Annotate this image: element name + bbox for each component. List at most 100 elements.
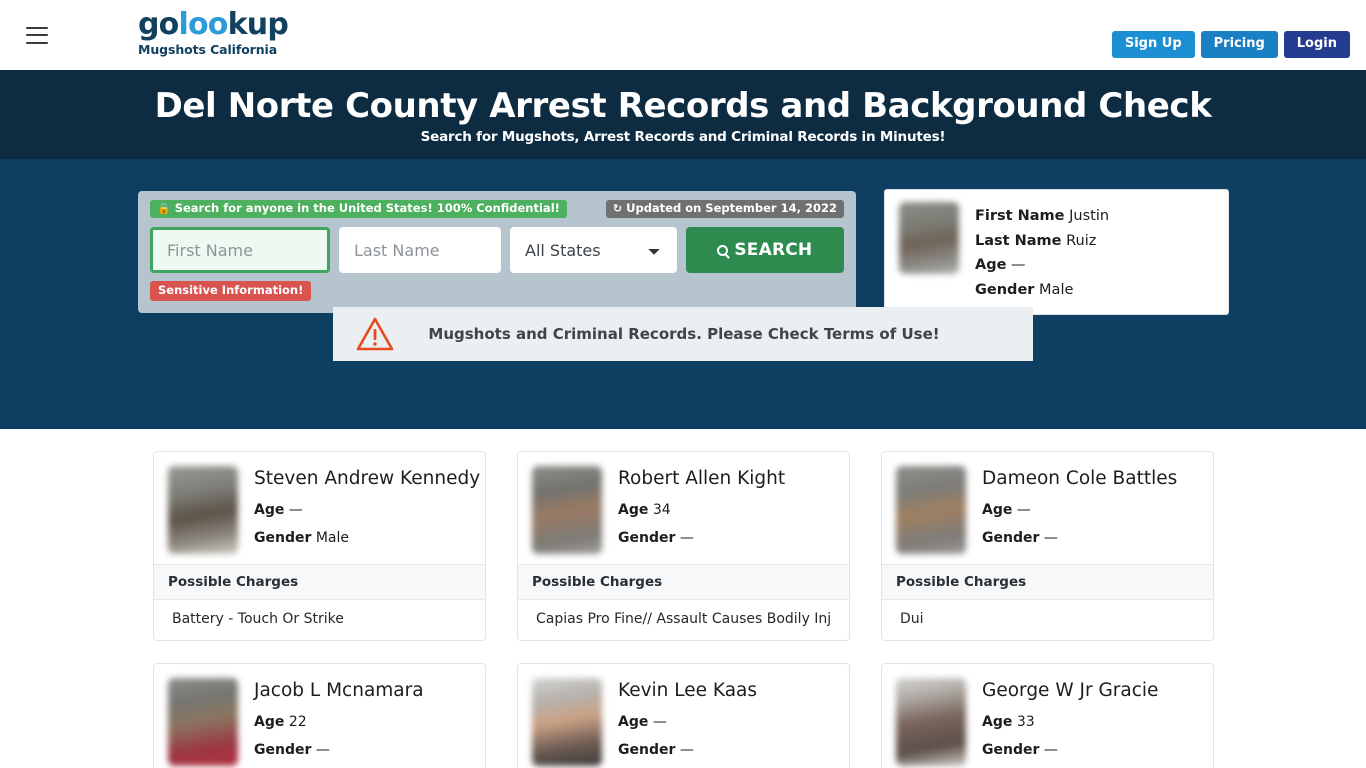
person-gender-value: —	[1043, 742, 1058, 758]
person-details: Robert Allen Kight Age 34 Gender —	[618, 466, 785, 554]
person-age-label: Age	[982, 714, 1013, 730]
featured-last-name: Last Name Ruiz	[975, 229, 1109, 254]
person-gender: Gender —	[982, 742, 1158, 758]
person-card[interactable]: Jacob L Mcnamara Age 22 Gender —	[153, 663, 486, 768]
person-card[interactable]: Dameon Cole Battles Age — Gender — Possible…	[881, 451, 1214, 641]
charge-item: Dui	[900, 611, 924, 627]
person-gender-label: Gender	[254, 742, 312, 758]
logo-part-1: go	[138, 7, 179, 42]
person-gender-value: Male	[315, 530, 349, 546]
pricing-button[interactable]: Pricing	[1200, 31, 1278, 58]
login-button[interactable]: Login	[1283, 31, 1350, 58]
featured-gender: Gender Male	[975, 278, 1109, 303]
possible-charges-header: Possible Charges	[154, 564, 485, 600]
person-age: Age 33	[982, 714, 1158, 730]
featured-first-name: First Name Justin	[975, 204, 1109, 229]
featured-gender-value: Male	[1039, 281, 1074, 298]
charge-item: Capias Pro Fine// Assault Causes Bodily …	[536, 611, 832, 627]
mugshot-image	[896, 678, 966, 766]
confidential-badge-label: Search for anyone in the United States! …	[174, 201, 560, 215]
search-button[interactable]: SEARCH	[685, 227, 844, 273]
person-card[interactable]: Steven Andrew Kennedy Age — Gender Male Pos…	[153, 451, 486, 641]
person-gender: Gender —	[618, 530, 785, 546]
person-gender: Gender —	[618, 742, 757, 758]
featured-person-card[interactable]: First Name Justin Last Name Ruiz Age — G…	[884, 189, 1229, 315]
person-gender-value: —	[1043, 530, 1058, 546]
updated-badge: ↻ Updated on September 14, 2022	[605, 200, 844, 218]
search-badge-row: 🔒 Search for anyone in the United States…	[150, 200, 844, 218]
person-age-label: Age	[254, 714, 285, 730]
featured-first-name-value: Justin	[1069, 208, 1110, 224]
person-name: George W Jr Gracie	[982, 680, 1159, 701]
person-card[interactable]: George W Jr Gracie Age 33 Gender —	[881, 663, 1214, 768]
hero-title-band: Del Norte County Arrest Records and Back…	[0, 70, 1366, 159]
search-panel: 🔒 Search for anyone in the United States…	[138, 191, 856, 313]
results-section: Steven Andrew Kennedy Age — Gender Male Pos…	[0, 429, 1366, 768]
mugshot-image	[532, 678, 602, 766]
person-card[interactable]: Robert Allen Kight Age 34 Gender — Possible…	[517, 451, 850, 641]
person-summary: Robert Allen Kight Age 34 Gender —	[518, 452, 849, 564]
last-name-input[interactable]	[339, 227, 501, 273]
person-details: Dameon Cole Battles Age — Gender —	[982, 466, 1177, 554]
search-icon	[717, 244, 729, 256]
person-age: Age —	[618, 714, 757, 730]
person-age-value: 33	[1016, 714, 1035, 730]
refresh-icon: ↻	[612, 202, 623, 215]
person-gender-value: —	[679, 742, 694, 758]
featured-age: Age —	[975, 253, 1109, 278]
person-name: Dameon Cole Battles	[982, 468, 1178, 489]
person-details: George W Jr Gracie Age 33 Gender —	[982, 678, 1158, 766]
hamburger-icon[interactable]	[26, 26, 48, 44]
mugshot-image	[168, 678, 238, 766]
person-details: Steven Andrew Kennedy Age — Gender Male	[254, 466, 480, 554]
featured-mugshot-image	[899, 202, 959, 274]
person-gender-label: Gender	[982, 530, 1040, 546]
first-name-input[interactable]	[150, 227, 330, 273]
person-age-value: —	[288, 502, 303, 518]
person-summary: Dameon Cole Battles Age — Gender —	[882, 452, 1213, 564]
page-title: Del Norte County Arrest Records and Back…	[154, 86, 1212, 126]
person-details: Jacob L Mcnamara Age 22 Gender —	[254, 678, 424, 766]
terms-of-use-alert: Mugshots and Criminal Records. Please Ch…	[333, 307, 1033, 361]
person-age-label: Age	[618, 714, 649, 730]
person-age-value: 34	[652, 502, 671, 518]
hamburger-bar	[26, 26, 48, 29]
nav-actions: Sign Up Pricing Login	[1111, 31, 1350, 58]
site-logo[interactable]: golookup Mugshots California	[138, 7, 289, 58]
person-name: Jacob L Mcnamara	[254, 680, 424, 701]
mugshot-image	[168, 466, 238, 554]
person-card[interactable]: Kevin Lee Kaas Age — Gender —	[517, 663, 850, 768]
person-summary: George W Jr Gracie Age 33 Gender —	[882, 664, 1213, 768]
sign-up-button[interactable]: Sign Up	[1111, 31, 1195, 58]
featured-last-name-label: Last Name	[975, 232, 1062, 249]
person-summary: Kevin Lee Kaas Age — Gender —	[518, 664, 849, 768]
person-gender-label: Gender	[982, 742, 1040, 758]
charge-item: Battery - Touch Or Strike	[172, 611, 344, 627]
person-age: Age —	[254, 502, 480, 518]
person-gender: Gender —	[982, 530, 1177, 546]
person-age: Age 34	[618, 502, 785, 518]
search-button-label: SEARCH	[734, 240, 813, 260]
person-name: Steven Andrew Kennedy	[254, 468, 481, 489]
hero-body: 🔒 Search for anyone in the United States…	[0, 159, 1366, 429]
possible-charges-header: Possible Charges	[882, 564, 1213, 600]
search-form: All States SEARCH	[150, 227, 844, 273]
person-details: Kevin Lee Kaas Age — Gender —	[618, 678, 757, 766]
logo-tagline: Mugshots California	[138, 42, 278, 57]
hamburger-bar	[26, 34, 48, 36]
hamburger-bar	[26, 41, 48, 44]
person-gender: Gender —	[254, 742, 424, 758]
person-age-value: —	[1016, 502, 1031, 518]
person-name: Robert Allen Kight	[618, 468, 786, 489]
person-summary: Steven Andrew Kennedy Age — Gender Male	[154, 452, 485, 564]
featured-age-value: —	[1011, 257, 1026, 273]
state-select[interactable]: All States	[510, 227, 677, 273]
possible-charges-header: Possible Charges	[518, 564, 849, 600]
lock-icon: 🔒	[157, 202, 171, 215]
top-navbar: golookup Mugshots California Sign Up Pri…	[0, 0, 1366, 70]
confidential-badge: 🔒 Search for anyone in the United States…	[150, 200, 567, 218]
sensitive-information-badge: Sensitive Information!	[150, 281, 312, 301]
logo-wordmark: golookup	[138, 7, 289, 42]
person-age-label: Age	[982, 502, 1013, 518]
person-gender-label: Gender	[618, 742, 676, 758]
